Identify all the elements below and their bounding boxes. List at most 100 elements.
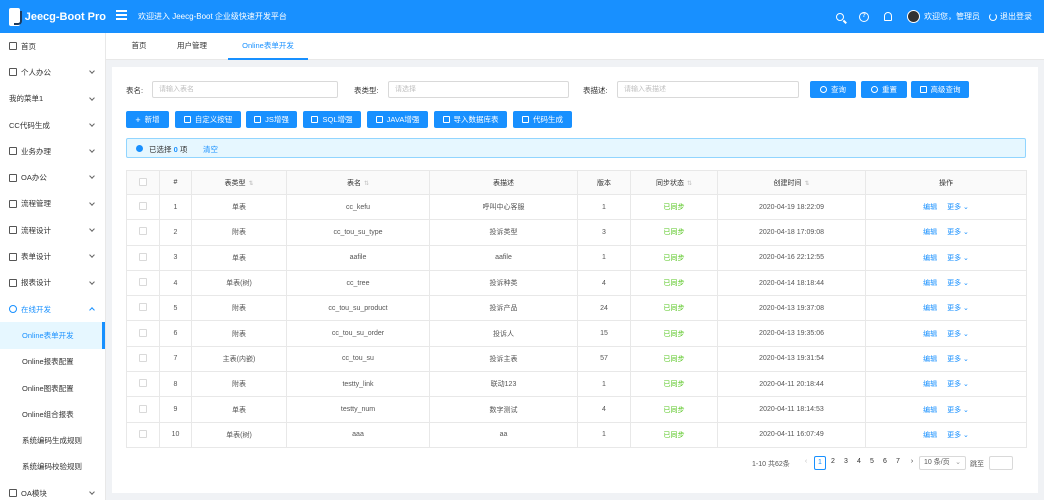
row-select-cell[interactable] (126, 346, 160, 373)
edit-link[interactable]: 编辑 (923, 204, 937, 211)
more-dropdown[interactable]: 更多 ⌄ (947, 356, 969, 363)
row-checkbox[interactable] (139, 227, 147, 236)
col-created[interactable]: 创建时间 ⇅ (717, 170, 866, 195)
page-number[interactable]: 7 (892, 456, 904, 470)
sidebar-item-online-form[interactable]: Online表单开发 (0, 322, 105, 349)
row-checkbox[interactable] (139, 202, 147, 211)
add-button[interactable]: + 新增 (126, 111, 169, 128)
table-row[interactable]: 7 主表(内嵌) cc_tou_su 投诉主表 57 已同步 2020-04-13 19:3… (126, 346, 1027, 373)
more-dropdown[interactable]: 更多 ⌄ (947, 229, 969, 236)
table-type-select[interactable]: 请选择 (388, 81, 569, 98)
prev-page-icon[interactable]: ‹ (800, 456, 812, 470)
sidebar-item-personal-office[interactable]: 个人办公 (0, 59, 105, 85)
row-select-cell[interactable] (126, 245, 160, 271)
row-select-cell[interactable] (126, 371, 160, 398)
row-checkbox[interactable] (139, 328, 147, 337)
sidebar-item-form-design[interactable]: 表单设计 (0, 243, 105, 269)
page-number[interactable]: 4 (853, 456, 865, 470)
menu-fold-icon[interactable] (116, 10, 127, 20)
sidebar-item-oa[interactable]: OA办公 (0, 164, 105, 190)
sidebar-item-online-chart[interactable]: Online图表配置 (0, 375, 105, 401)
more-dropdown[interactable]: 更多 ⌄ (947, 204, 969, 211)
page-number[interactable]: 3 (840, 456, 852, 470)
table-row[interactable]: 3 单表 aafile aafile 1 已同步 2020-04-16 22:12:55 编辑… (126, 245, 1027, 271)
sidebar-item-code-rule[interactable]: 系统编码生成规则 (0, 427, 105, 453)
page-number[interactable]: 2 (827, 456, 839, 470)
more-dropdown[interactable]: 更多 ⌄ (947, 432, 969, 439)
sidebar-item-online-dev[interactable]: 在线开发 (0, 296, 105, 322)
sidebar-item-online-report[interactable]: Online报表配置 (0, 349, 105, 375)
more-dropdown[interactable]: 更多 ⌄ (947, 407, 969, 414)
sidebar-item-flow-design[interactable]: 流程设计 (0, 217, 105, 243)
logout-icon[interactable] (989, 12, 997, 21)
table-row[interactable]: 2 附表 cc_tou_su_type 投诉类型 3 已同步 2020-04-18 17:0… (126, 219, 1027, 246)
edit-link[interactable]: 编辑 (923, 356, 937, 363)
sidebar-item-flow-manage[interactable]: 流程管理 (0, 191, 105, 217)
sort-icon[interactable]: ⇅ (687, 180, 692, 187)
select-all-cell[interactable] (126, 170, 160, 195)
clear-selection-link[interactable]: 清空 (203, 144, 218, 155)
table-row[interactable]: 9 单表 testty_num 数字测试 4 已同步 2020-04-11 18:14:53… (126, 396, 1027, 423)
sidebar-item-oa-module[interactable]: OA模块 (0, 480, 105, 500)
tab-home[interactable]: 首页 (124, 33, 154, 60)
row-checkbox[interactable] (139, 252, 147, 261)
page-number[interactable]: 5 (866, 456, 878, 470)
page-size-select[interactable]: 10 条/页 ⌄ (919, 456, 966, 470)
sidebar-item-check-rule[interactable]: 系统编码校验规则 (0, 454, 105, 480)
sort-icon[interactable]: ⇅ (804, 180, 809, 187)
edit-link[interactable]: 编辑 (923, 305, 937, 312)
row-select-cell[interactable] (126, 270, 160, 297)
edit-link[interactable]: 编辑 (923, 280, 937, 287)
more-dropdown[interactable]: 更多 ⌄ (947, 381, 969, 388)
advanced-query-button[interactable]: 高级查询 (911, 81, 969, 98)
custom-button-button[interactable]: 自定义按钮 (175, 111, 241, 128)
table-row[interactable]: 5 附表 cc_tou_su_product 投诉产品 24 已同步 2020-04-13 … (126, 295, 1027, 322)
logo[interactable]: Jeecg-Boot Pro (0, 0, 106, 33)
more-dropdown[interactable]: 更多 ⌄ (947, 331, 969, 338)
avatar[interactable] (907, 10, 920, 23)
help-icon[interactable]: ? (859, 11, 869, 22)
sidebar-item-my-menu[interactable]: 我的菜单1 (0, 86, 105, 112)
table-row[interactable]: 1 单表 cc_kefu 呼叫中心客服 1 已同步 2020-04-19 18:22:09 编… (126, 194, 1027, 221)
row-select-cell[interactable] (126, 219, 160, 246)
sidebar-item-business[interactable]: 业务办理 (0, 138, 105, 164)
row-select-cell[interactable] (126, 422, 160, 448)
row-checkbox[interactable] (139, 404, 147, 413)
page-number[interactable]: 6 (879, 456, 891, 470)
edit-link[interactable]: 编辑 (923, 432, 937, 439)
more-dropdown[interactable]: 更多 ⌄ (947, 280, 969, 287)
sql-enhance-button[interactable]: SQL增强 (303, 111, 361, 128)
edit-link[interactable]: 编辑 (923, 331, 937, 338)
sidebar-item-report-design[interactable]: 报表设计 (0, 270, 105, 296)
row-select-cell[interactable] (126, 320, 160, 347)
next-page-icon[interactable]: › (906, 456, 918, 470)
import-db-button[interactable]: 导入数据库表 (434, 111, 507, 128)
sidebar-item-cc-codegen[interactable]: CC代码生成 (0, 112, 105, 138)
page-number[interactable]: 1 (814, 456, 826, 470)
java-enhance-button[interactable]: JAVA增强 (367, 111, 428, 128)
code-generate-button[interactable]: 代码生成 (513, 111, 572, 128)
bell-icon[interactable] (884, 12, 892, 21)
table-desc-input[interactable]: 请输入表描述 (617, 81, 799, 98)
js-enhance-button[interactable]: JS增强 (246, 111, 297, 128)
row-checkbox[interactable] (139, 379, 147, 388)
col-name[interactable]: 表名 ⇅ (286, 170, 430, 195)
user-greeting[interactable]: 欢迎您，管理员 (924, 11, 980, 22)
more-dropdown[interactable]: 更多 ⌄ (947, 305, 969, 312)
logout-link[interactable]: 退出登录 (1000, 11, 1032, 22)
sidebar-item-online-combo[interactable]: Online组合报表 (0, 401, 105, 427)
more-dropdown[interactable]: 更多 ⌄ (947, 255, 969, 262)
jump-input[interactable] (989, 456, 1013, 470)
query-button[interactable]: 查询 (810, 81, 856, 98)
table-row[interactable]: 4 单表(树) cc_tree 投诉种类 4 已同步 2020-04-14 18:18:44… (126, 270, 1027, 297)
col-type[interactable]: 表类型 ⇅ (191, 170, 287, 195)
table-row[interactable]: 8 附表 testty_link 联动123 1 已同步 2020-04-11 20:18:… (126, 371, 1027, 398)
row-select-cell[interactable] (126, 194, 160, 221)
edit-link[interactable]: 编辑 (923, 229, 937, 236)
row-checkbox[interactable] (139, 429, 147, 438)
table-name-input[interactable]: 请输入表名 (152, 81, 338, 98)
row-select-cell[interactable] (126, 295, 160, 322)
row-checkbox[interactable] (139, 278, 147, 287)
sort-icon[interactable]: ⇅ (248, 180, 253, 187)
row-checkbox[interactable] (139, 303, 147, 312)
